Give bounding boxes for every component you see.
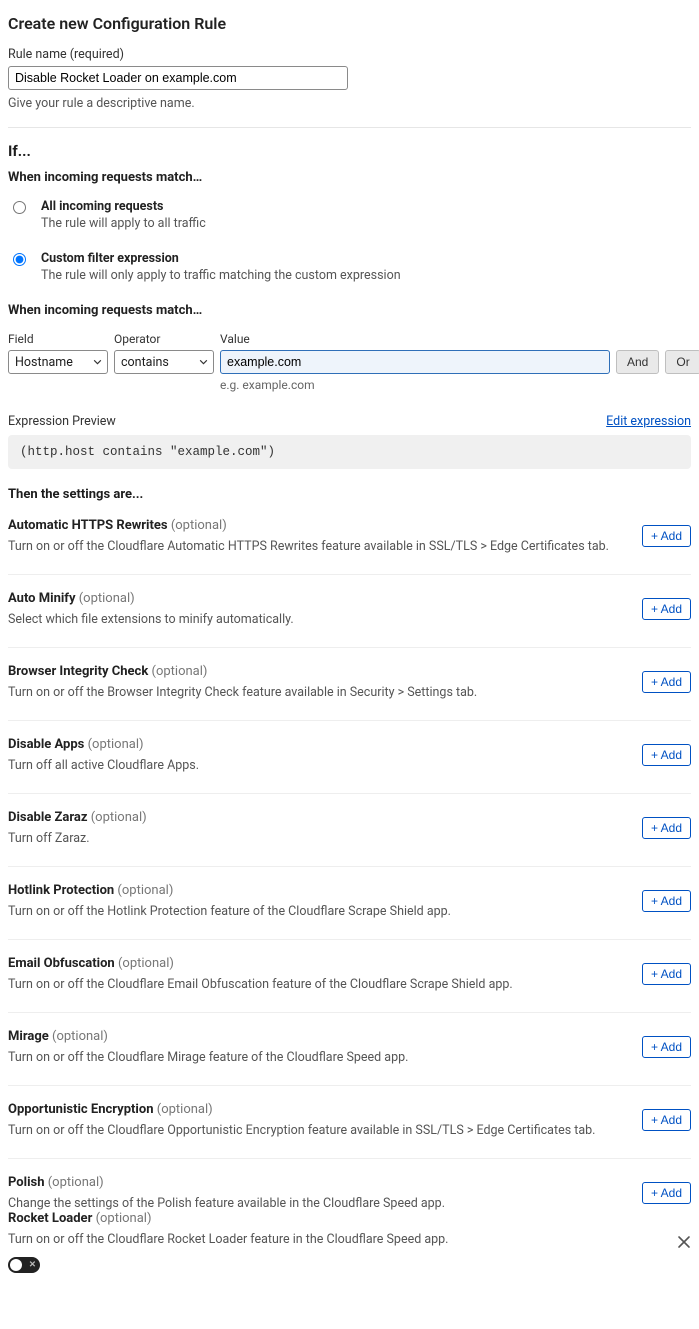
setting-row: Email Obfuscation (optional) Turn on or o…: [8, 956, 691, 1013]
setting-desc: Turn on or off the Hotlink Protection fe…: [8, 904, 622, 919]
optional-label: (optional): [88, 810, 147, 825]
radio-all-desc: The rule will apply to all traffic: [41, 216, 206, 231]
optional-label: (optional): [49, 1029, 108, 1044]
setting-desc: Turn off Zaraz.: [8, 831, 622, 846]
setting-row: Disable Apps (optional) Turn off all acti…: [8, 737, 691, 794]
rocket-loader-toggle[interactable]: ✕: [8, 1257, 40, 1273]
setting-desc: Turn on or off the Cloudflare Automatic …: [8, 539, 622, 554]
add-button[interactable]: + Add: [642, 963, 691, 985]
field-select[interactable]: Hostname: [8, 350, 108, 374]
radio-all-title: All incoming requests: [41, 199, 206, 214]
value-input[interactable]: [220, 350, 610, 374]
page-title: Create new Configuration Rule: [8, 14, 691, 33]
optional-label: (optional): [114, 883, 173, 898]
setting-row: Browser Integrity Check (optional) Turn o…: [8, 664, 691, 721]
radio-custom-filter[interactable]: [13, 253, 26, 266]
setting-desc-rocket: Turn on or off the Cloudflare Rocket Loa…: [8, 1232, 657, 1247]
optional-label: (optional): [92, 1211, 151, 1226]
setting-row: Polish (optional) Change the settings of …: [8, 1175, 691, 1211]
setting-desc: Turn off all active Cloudflare Apps.: [8, 758, 622, 773]
add-button[interactable]: + Add: [642, 890, 691, 912]
and-button[interactable]: And: [616, 350, 659, 374]
add-button[interactable]: + Add: [642, 1109, 691, 1131]
optional-label: (optional): [76, 591, 135, 606]
field-select-value: Hostname: [15, 355, 73, 370]
add-button[interactable]: + Add: [642, 1182, 691, 1204]
operator-label: Operator: [114, 332, 214, 346]
setting-title: Disable Apps: [8, 737, 84, 752]
setting-row: Automatic HTTPS Rewrites (optional) Turn …: [8, 518, 691, 575]
setting-title: Email Obfuscation: [8, 956, 115, 971]
add-button[interactable]: + Add: [642, 525, 691, 547]
setting-row: Auto Minify (optional) Select which file …: [8, 591, 691, 648]
value-label: Value: [220, 332, 610, 346]
match-heading: When incoming requests match…: [8, 170, 691, 185]
setting-row: Opportunistic Encryption (optional) Turn …: [8, 1102, 691, 1159]
setting-title: Browser Integrity Check: [8, 664, 148, 679]
setting-row: Hotlink Protection (optional) Turn on or …: [8, 883, 691, 940]
rule-name-input[interactable]: [8, 66, 348, 90]
setting-desc: Turn on or off the Cloudflare Email Obfu…: [8, 977, 622, 992]
setting-title: Polish: [8, 1175, 44, 1190]
optional-label: (optional): [84, 737, 143, 752]
optional-label: (optional): [44, 1175, 103, 1190]
setting-title: Hotlink Protection: [8, 883, 114, 898]
setting-row: Mirage (optional) Turn on or off the Clou…: [8, 1029, 691, 1086]
radio-custom-title: Custom filter expression: [41, 251, 401, 266]
field-label: Field: [8, 332, 108, 346]
add-button[interactable]: + Add: [642, 817, 691, 839]
optional-label: (optional): [168, 518, 227, 533]
setting-desc: Turn on or off the Cloudflare Opportunis…: [8, 1123, 622, 1138]
operator-select[interactable]: contains: [114, 350, 214, 374]
radio-custom-desc: The rule will only apply to traffic matc…: [41, 268, 401, 283]
optional-label: (optional): [154, 1102, 213, 1117]
add-button[interactable]: + Add: [642, 1036, 691, 1058]
setting-title: Auto Minify: [8, 591, 76, 606]
add-button[interactable]: + Add: [642, 598, 691, 620]
radio-all-requests[interactable]: [13, 201, 26, 214]
setting-desc: Select which file extensions to minify a…: [8, 612, 622, 627]
rule-name-helper: Give your rule a descriptive name.: [8, 96, 691, 111]
setting-title-rocket: Rocket Loader: [8, 1211, 92, 1226]
optional-label: (optional): [148, 664, 207, 679]
optional-label: (optional): [115, 956, 174, 971]
expression-code: (http.host contains "example.com"): [8, 435, 691, 469]
if-heading: If...: [8, 142, 691, 160]
setting-title: Mirage: [8, 1029, 49, 1044]
setting-title: Opportunistic Encryption: [8, 1102, 154, 1117]
setting-title: Automatic HTTPS Rewrites: [8, 518, 168, 533]
setting-desc: Turn on or off the Cloudflare Mirage fea…: [8, 1050, 622, 1065]
or-button[interactable]: Or: [665, 350, 699, 374]
toggle-off-icon: ✕: [29, 1261, 36, 1270]
setting-desc: Turn on or off the Browser Integrity Che…: [8, 685, 622, 700]
value-helper: e.g. example.com: [220, 378, 610, 392]
add-button[interactable]: + Add: [642, 744, 691, 766]
setting-row: Disable Zaraz (optional) Turn off Zaraz. +…: [8, 810, 691, 867]
toggle-knob: [10, 1259, 22, 1271]
add-button[interactable]: + Add: [642, 671, 691, 693]
divider: [8, 127, 691, 128]
expression-preview-label: Expression Preview: [8, 414, 116, 429]
setting-desc: Change the settings of the Polish featur…: [8, 1196, 622, 1211]
edit-expression-link[interactable]: Edit expression: [606, 414, 691, 429]
close-icon[interactable]: [677, 1235, 691, 1249]
setting-title: Disable Zaraz: [8, 810, 88, 825]
operator-select-value: contains: [121, 355, 169, 370]
then-heading: Then the settings are...: [8, 487, 691, 502]
match-heading-2: When incoming requests match…: [8, 303, 691, 318]
rule-name-label: Rule name (required): [8, 47, 691, 62]
